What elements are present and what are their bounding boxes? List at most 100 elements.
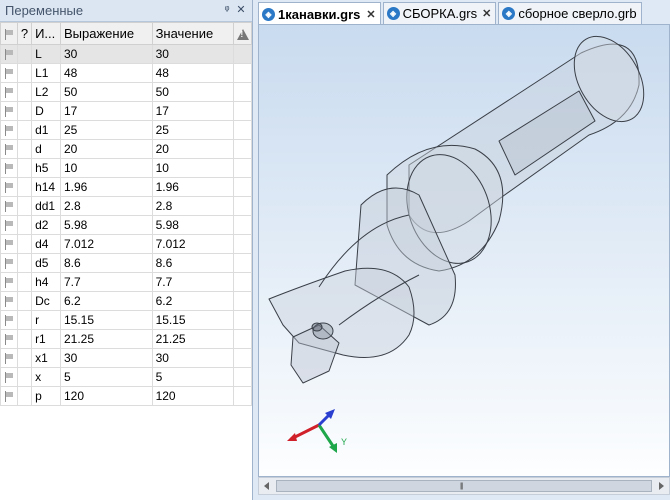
variable-row[interactable]: d4 7.012 7.012	[0, 234, 252, 254]
variable-expression-cell[interactable]: 50	[60, 82, 153, 102]
flag-cell[interactable]	[0, 348, 18, 368]
pin-icon[interactable]: ᵠ	[220, 3, 234, 17]
variable-expression-cell[interactable]: 5.98	[60, 215, 153, 235]
variable-expression-cell[interactable]: 17	[60, 101, 153, 121]
tab-close-icon[interactable]: ✕	[482, 7, 491, 20]
flag-column-header[interactable]	[0, 22, 18, 45]
variable-expression-cell[interactable]: 21.25	[60, 329, 153, 349]
variable-row[interactable]: L2 50 50	[0, 82, 252, 102]
horizontal-scrollbar[interactable]: |||	[258, 477, 670, 495]
variable-expression-cell[interactable]: 30	[60, 44, 153, 64]
flag-cell[interactable]	[0, 63, 18, 83]
flag-icon	[4, 220, 14, 232]
tab-close-icon[interactable]: ✕	[366, 8, 375, 21]
expression-column-header[interactable]: Выражение	[60, 22, 153, 45]
variable-expression-cell[interactable]: 120	[60, 386, 153, 406]
flag-cell[interactable]	[0, 272, 18, 292]
variable-value-cell: 21.25	[151, 329, 235, 349]
variable-expression-cell[interactable]: 7.7	[60, 272, 153, 292]
variable-value-cell: 30	[151, 44, 235, 64]
scrollbar-thumb[interactable]: |||	[276, 480, 652, 492]
variable-row[interactable]: r 15.15 15.15	[0, 310, 252, 330]
variable-expression-cell[interactable]: 20	[60, 139, 153, 159]
flag-icon	[4, 239, 14, 251]
variable-expression-cell[interactable]: 48	[60, 63, 153, 83]
variable-row[interactable]: dd1 2.8 2.8	[0, 196, 252, 216]
warning-column-header[interactable]: !	[233, 22, 252, 45]
variable-expression-cell[interactable]: 10	[60, 158, 153, 178]
flag-icon	[4, 353, 14, 365]
flag-cell[interactable]	[0, 196, 18, 216]
flag-icon	[4, 391, 14, 403]
question-cell	[16, 253, 33, 273]
flag-cell[interactable]	[0, 158, 18, 178]
variable-row[interactable]: d1 25 25	[0, 120, 252, 140]
flag-cell[interactable]	[0, 253, 18, 273]
variable-row[interactable]: d2 5.98 5.98	[0, 215, 252, 235]
warning-cell	[233, 139, 252, 159]
flag-icon	[4, 163, 14, 175]
question-cell	[16, 101, 33, 121]
variable-value-cell: 20	[151, 139, 235, 159]
flag-cell[interactable]	[0, 215, 18, 235]
flag-cell[interactable]	[0, 120, 18, 140]
value-column-header[interactable]: Значение	[151, 22, 235, 45]
variable-name-cell: h5	[31, 158, 61, 178]
variable-row[interactable]: Dc 6.2 6.2	[0, 291, 252, 311]
flag-cell[interactable]	[0, 234, 18, 254]
variables-panel-title: Переменные	[5, 3, 84, 18]
warning-cell	[233, 291, 252, 311]
variable-expression-cell[interactable]: 15.15	[60, 310, 153, 330]
variable-expression-cell[interactable]: 8.6	[60, 253, 153, 273]
scroll-right-icon[interactable]	[659, 482, 664, 490]
flag-cell[interactable]	[0, 291, 18, 311]
flag-cell[interactable]	[0, 139, 18, 159]
warning-cell	[233, 44, 252, 64]
flag-cell[interactable]	[0, 310, 18, 330]
flag-cell[interactable]	[0, 82, 18, 102]
variable-row[interactable]: h4 7.7 7.7	[0, 272, 252, 292]
variable-row[interactable]: L 30 30	[0, 44, 252, 64]
variable-expression-cell[interactable]: 2.8	[60, 196, 153, 216]
variable-expression-cell[interactable]: 25	[60, 120, 153, 140]
variable-expression-cell[interactable]: 6.2	[60, 291, 153, 311]
variable-value-cell: 8.6	[151, 253, 235, 273]
variable-row[interactable]: h5 10 10	[0, 158, 252, 178]
variable-value-cell: 15.15	[151, 310, 235, 330]
warning-cell	[233, 272, 252, 292]
tab-sborka[interactable]: ◈ СБОРКА.grs ✕	[382, 2, 497, 24]
variable-value-cell: 7.012	[151, 234, 235, 254]
variable-row[interactable]: d5 8.6 8.6	[0, 253, 252, 273]
variable-row[interactable]: D 17 17	[0, 101, 252, 121]
flag-cell[interactable]	[0, 329, 18, 349]
variable-row[interactable]: d 20 20	[0, 139, 252, 159]
tab-1kanavki[interactable]: ◈ 1канавки.grs ✕	[258, 2, 381, 25]
tab-sbornoe-sverlo[interactable]: ◈ сборное сверло.grb	[498, 2, 642, 24]
variable-row[interactable]: x55	[0, 367, 252, 387]
variable-row[interactable]: h14 1.96 1.96	[0, 177, 252, 197]
variable-value-cell: 17	[151, 101, 235, 121]
close-icon[interactable]: ✕	[234, 3, 248, 17]
variable-row[interactable]: r1 21.25 21.25	[0, 329, 252, 349]
flag-cell[interactable]	[0, 177, 18, 197]
variable-row[interactable]: p 120 120	[0, 386, 252, 406]
variable-expression-cell[interactable]: 5	[60, 367, 153, 387]
3d-viewport[interactable]: Y	[258, 24, 670, 477]
flag-cell[interactable]	[0, 101, 18, 121]
variable-name-cell: x	[31, 367, 61, 387]
name-column-header[interactable]: И...	[31, 22, 61, 45]
variable-expression-cell[interactable]: 7.012	[60, 234, 153, 254]
variable-name-cell: d5	[31, 253, 61, 273]
question-column-header[interactable]: ?	[16, 22, 33, 45]
variable-expression-cell[interactable]: 30	[60, 348, 153, 368]
variable-row[interactable]: L1 48 48	[0, 63, 252, 83]
flag-cell[interactable]	[0, 386, 18, 406]
scroll-left-icon[interactable]	[264, 482, 269, 490]
flag-cell[interactable]	[0, 367, 18, 387]
variable-row[interactable]: x1 30 30	[0, 348, 252, 368]
variable-value-cell: 50	[151, 82, 235, 102]
question-cell	[16, 196, 33, 216]
variable-expression-cell[interactable]: 1.96	[60, 177, 153, 197]
variable-name-cell: d4	[31, 234, 61, 254]
flag-cell[interactable]	[0, 44, 18, 64]
